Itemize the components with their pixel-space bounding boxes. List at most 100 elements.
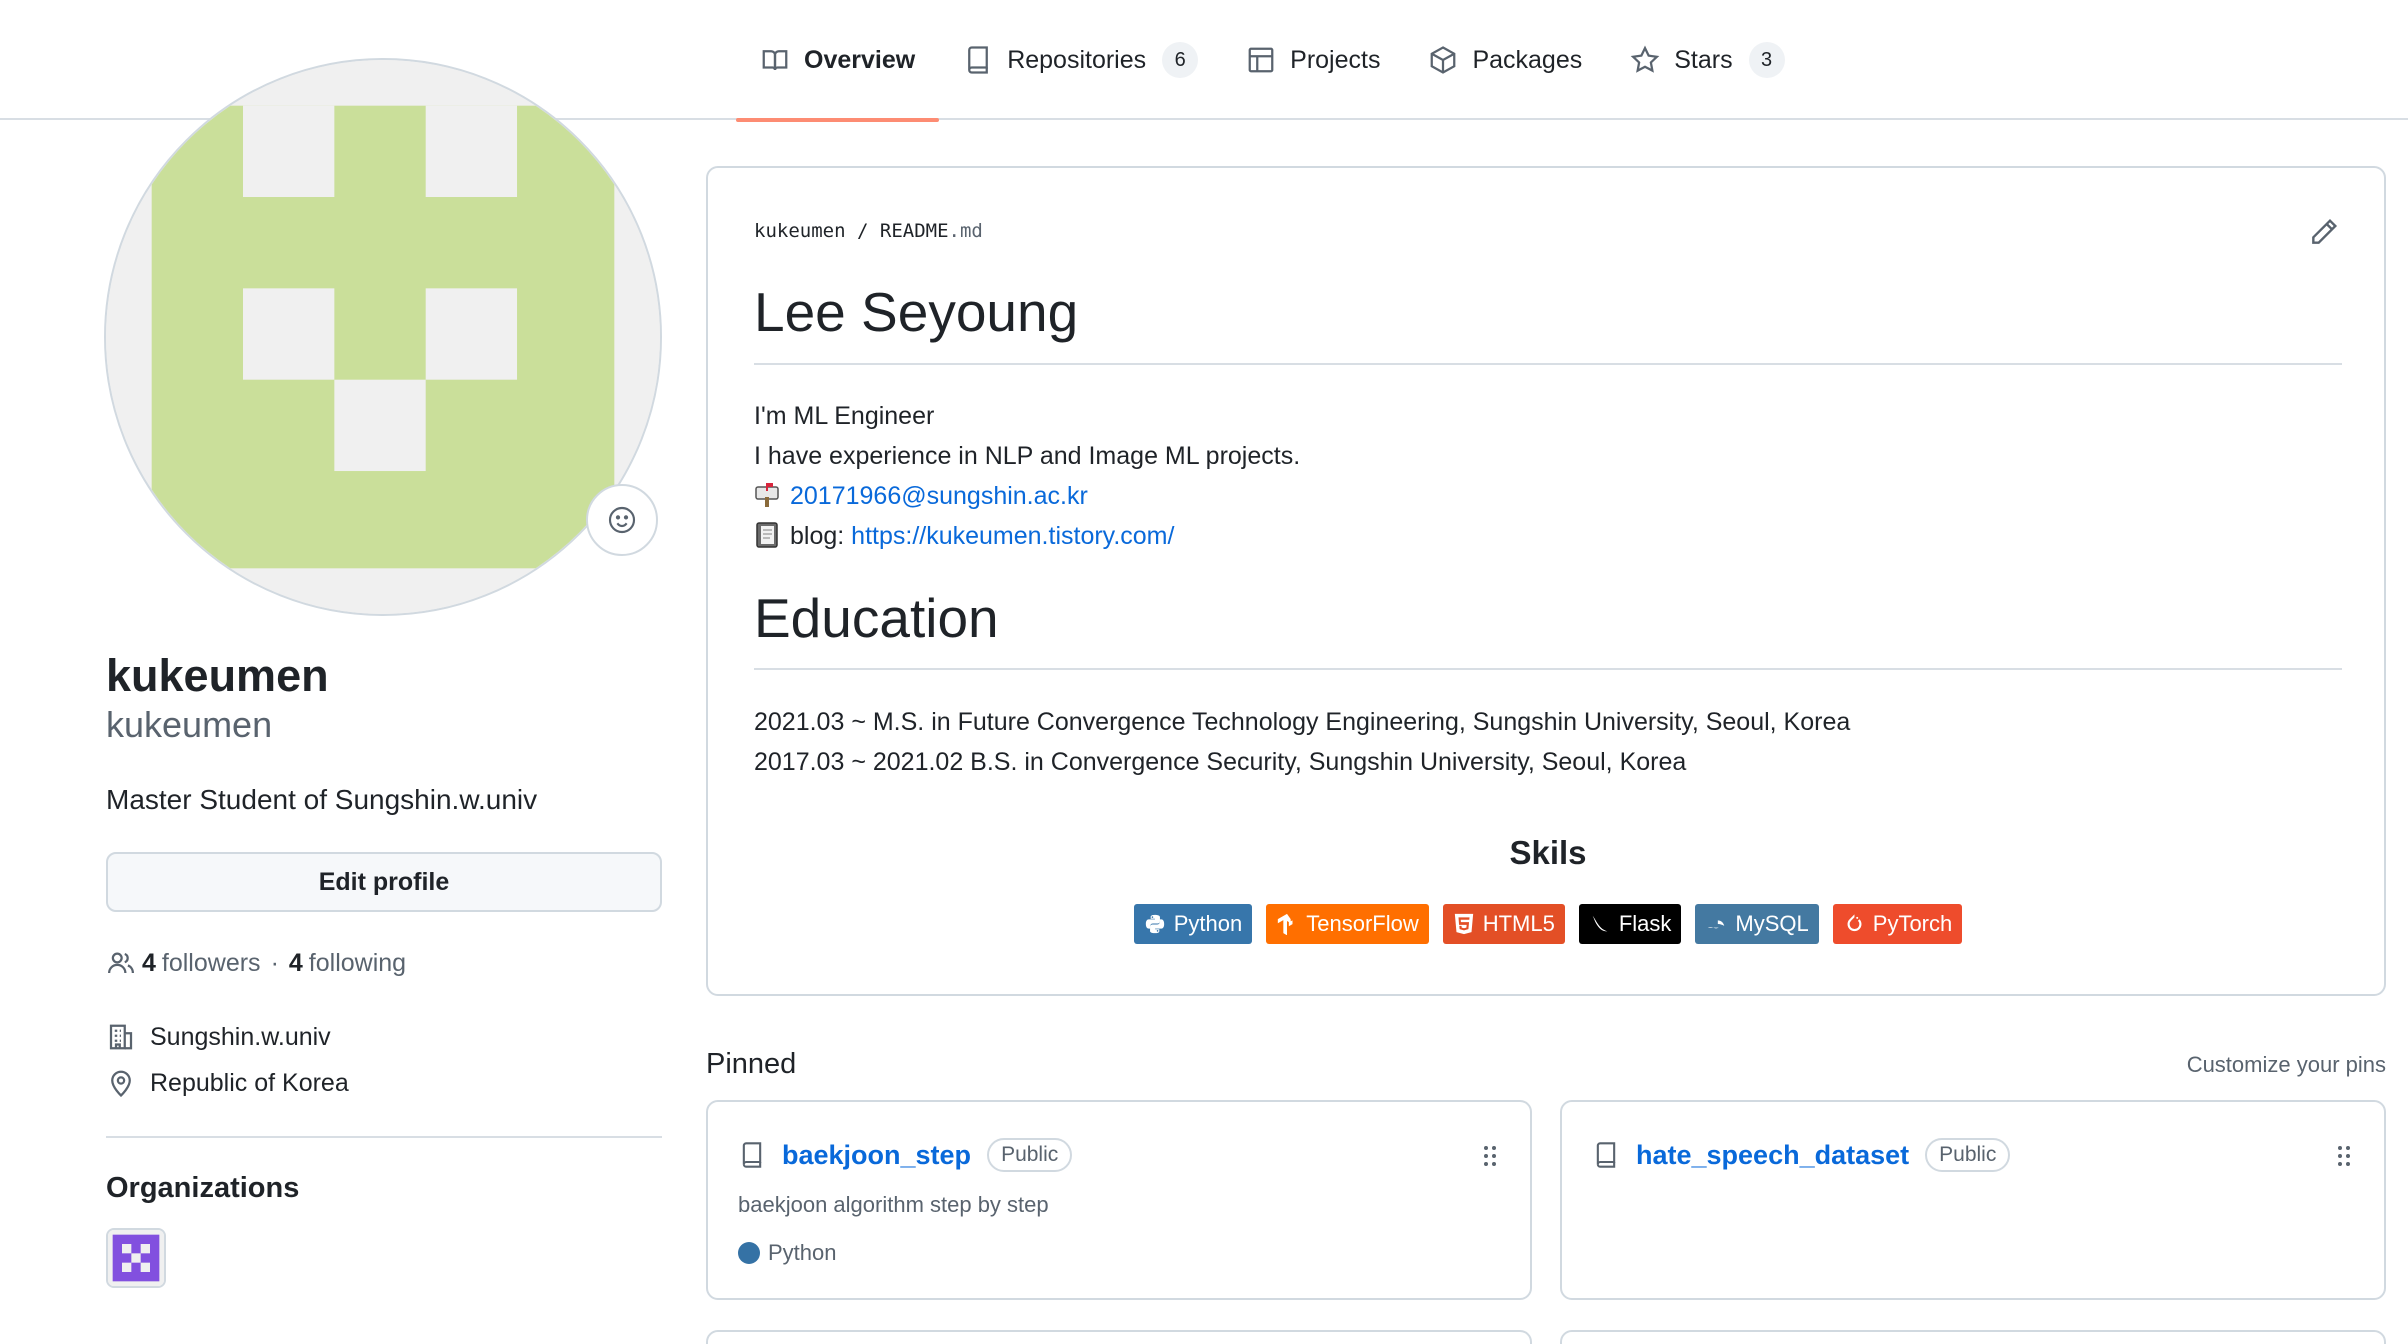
star-icon: [1630, 45, 1660, 73]
pinned-repo-card: baekjoon_step Public baekjoon algorithm …: [706, 1100, 1532, 1300]
pinned-repo-description: baekjoon algorithm step by step: [738, 1192, 1049, 1217]
pinned-repo-name[interactable]: hate_speech_dataset: [1636, 1140, 1909, 1171]
pytorch-logo-icon: [1847, 914, 1862, 932]
flask-logo-icon: [1592, 915, 1608, 932]
visibility-badge: Public: [987, 1138, 1073, 1172]
tab-repositories[interactable]: Repositories 6: [939, 0, 1222, 120]
pinned-repo-header: baekjoon_step Public: [738, 1138, 1073, 1172]
organization-icon: [109, 1024, 133, 1050]
pinned-repo-card-partial: [706, 1330, 1532, 1344]
stars-counter: 3: [1748, 42, 1785, 78]
intro-line-2: I have experience in NLP and Image ML pr…: [754, 442, 1301, 470]
grabber-icon: [2338, 1146, 2350, 1166]
blog-link[interactable]: https://kukeumen.tistory.com/: [851, 522, 1174, 550]
repo-icon: [742, 1142, 762, 1168]
tab-label: Packages: [1472, 45, 1583, 74]
repo-icon: [968, 46, 989, 74]
tab-stars[interactable]: Stars 3: [1606, 0, 1808, 120]
drag-handle[interactable]: [1480, 1142, 1500, 1170]
organization-avatar[interactable]: [106, 1228, 166, 1288]
table-icon: [1248, 47, 1274, 73]
book-icon: [762, 50, 788, 71]
badge-pytorch: PyTorch: [1832, 904, 1963, 944]
following-link[interactable]: 4 following: [289, 949, 406, 978]
edit-profile-button[interactable]: Edit profile: [106, 852, 662, 912]
education-heading: Education: [754, 587, 999, 649]
blog-line: blog: https://kukeumen.tistory.com/: [754, 516, 1174, 556]
following-count: 4: [288, 948, 303, 977]
profile-username: kukeumen: [106, 704, 273, 745]
email-line: 20171966@sungshin.ac.kr: [754, 476, 1088, 516]
avatar[interactable]: [104, 58, 662, 616]
customize-pins-link[interactable]: Customize your pins: [2187, 1052, 2386, 1078]
followers-link[interactable]: 4 followers: [142, 949, 261, 978]
package-icon: [1431, 46, 1456, 74]
pinned-repo-card-partial: [1560, 1330, 2386, 1344]
badge-label: TensorFlow: [1306, 911, 1419, 936]
skills-heading: Skils: [1509, 834, 1587, 871]
badge-flask: Flask: [1578, 904, 1682, 944]
pinned-repo-name[interactable]: baekjoon_step: [782, 1140, 971, 1171]
following-label: following: [308, 948, 407, 977]
email-link[interactable]: 20171966@sungshin.ac.kr: [790, 482, 1088, 510]
badge-label: Flask: [1618, 911, 1672, 936]
edit-readme-button[interactable]: [2308, 216, 2340, 248]
profile-bio: Master Student of Sungshin.w.univ: [106, 784, 538, 815]
education-line-2: 2017.03 ~ 2021.02 B.S. in Convergence Se…: [754, 748, 1687, 776]
pinned-repo-language: Python: [738, 1240, 837, 1266]
path-separator: /: [856, 220, 869, 242]
education-line-1: 2021.03 ~ M.S. in Future Convergence Tec…: [754, 708, 1851, 736]
html5-logo-icon: [1454, 913, 1473, 935]
tab-label: Stars: [1674, 45, 1733, 74]
education-rule: [754, 668, 2342, 670]
readme-file-ext: .md: [948, 220, 983, 242]
tab-projects[interactable]: Projects: [1222, 0, 1404, 120]
pencil-icon: [2312, 218, 2338, 244]
people-icon: [108, 952, 134, 974]
tab-overview[interactable]: Overview: [736, 0, 940, 122]
set-status-button[interactable]: [586, 484, 658, 556]
tab-label: Projects: [1290, 45, 1381, 74]
badge-mysql: MySQL: [1695, 904, 1819, 944]
visibility-badge: Public: [1925, 1138, 2011, 1172]
language-color-dot: [738, 1242, 760, 1264]
followers-label: followers: [161, 948, 261, 977]
repo-icon: [1596, 1142, 1616, 1168]
badge-html5: HTML5: [1442, 904, 1565, 944]
readme-owner[interactable]: kukeumen: [754, 220, 846, 242]
organization-name: Sungshin.w.univ: [150, 1022, 331, 1051]
tab-label: Overview: [804, 45, 916, 74]
tab-label: Repositories: [1007, 45, 1147, 74]
pinned-heading: Pinned: [706, 1048, 797, 1080]
notebook-icon: [756, 522, 778, 548]
tab-packages[interactable]: Packages: [1404, 0, 1606, 120]
readme-title: Lee Seyoung: [754, 281, 1079, 343]
badge-label: HTML5: [1482, 911, 1555, 936]
grabber-icon: [1484, 1146, 1496, 1166]
tensorflow-logo-icon: [1278, 913, 1293, 935]
mailbox-icon: [755, 483, 779, 507]
language-name: Python: [768, 1240, 837, 1265]
location-text: Republic of Korea: [150, 1068, 349, 1097]
readme-path: kukeumen / README.md: [754, 220, 983, 242]
profile-fullname: kukeumen: [106, 650, 329, 701]
badge-label: PyTorch: [1872, 911, 1953, 936]
repositories-counter: 6: [1162, 42, 1199, 78]
skill-badges: Python TensorFlow HTML5 Flask MySQL PyTo…: [708, 904, 2388, 944]
follow-separator: ·: [270, 948, 279, 977]
readme-card: kukeumen / README.md Lee Seyoung I'm ML …: [706, 166, 2386, 996]
drag-handle[interactable]: [2334, 1142, 2354, 1170]
pinned-repo-header: hate_speech_dataset Public: [1592, 1138, 2011, 1172]
organizations-heading: Organizations: [106, 1172, 300, 1204]
follow-stats: 4 followers · 4 following: [106, 948, 406, 978]
pinned-repo-card: hate_speech_dataset Public: [1560, 1100, 2386, 1300]
badge-label: MySQL: [1735, 911, 1809, 936]
readme-file-base: README: [879, 220, 949, 242]
tab-list: Overview Repositories 6 Projects Package…: [736, 0, 1809, 122]
profile-location: Republic of Korea: [106, 1068, 349, 1098]
intro-line-1: I'm ML Engineer: [754, 402, 935, 430]
followers-count: 4: [142, 948, 156, 977]
title-rule: [754, 363, 2342, 365]
identicon-avatar-image: [106, 60, 660, 614]
sidebar-divider: [106, 1136, 662, 1138]
